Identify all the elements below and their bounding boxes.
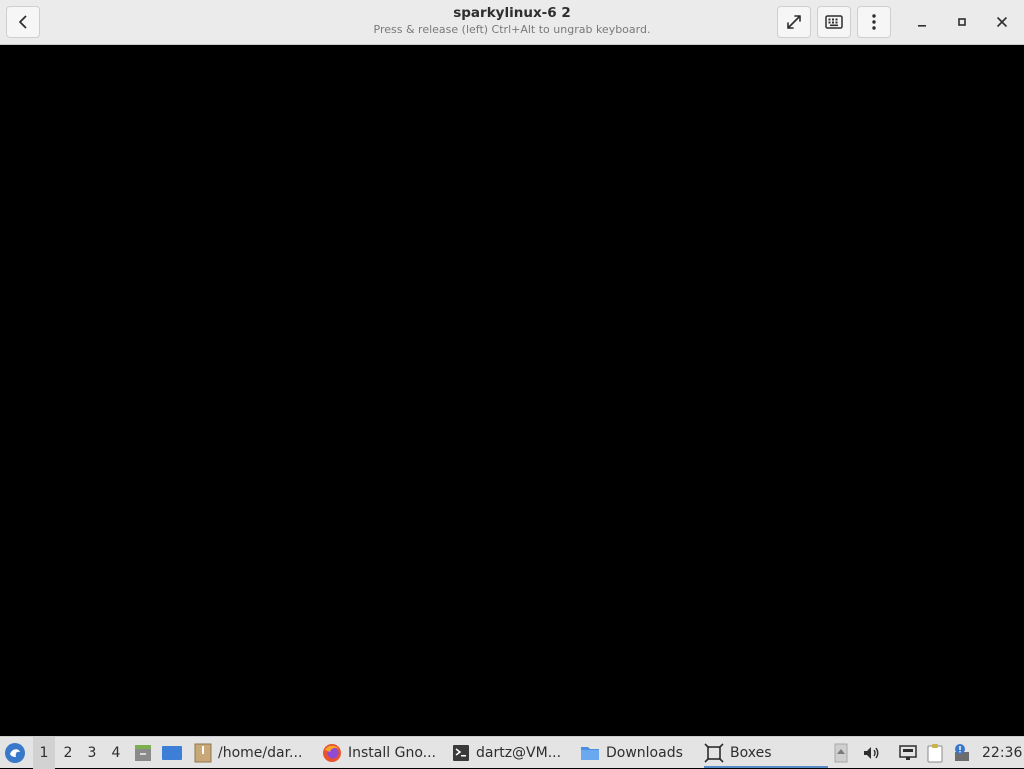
keyboard-button[interactable] <box>817 6 851 38</box>
minimize-button[interactable] <box>910 10 934 34</box>
speaker-icon <box>864 747 879 759</box>
task-boxes[interactable]: Boxes <box>704 737 828 769</box>
window-headerbar: sparkylinux-6 2 Press & release (left) C… <box>0 0 1024 45</box>
chevron-left-icon <box>19 15 27 29</box>
firefox-icon <box>323 744 341 762</box>
workspace-4[interactable]: 4 <box>105 737 127 769</box>
task-label: dartz@VM... <box>476 745 562 761</box>
task-terminal[interactable]: dartz@VM... <box>452 737 572 769</box>
volume-button[interactable] <box>862 737 882 769</box>
file-drawer-icon <box>135 745 151 761</box>
back-button[interactable] <box>6 6 40 38</box>
network-wired-icon <box>899 745 917 760</box>
file-manager-launcher[interactable] <box>133 737 155 769</box>
updates-button[interactable] <box>952 737 974 769</box>
network-button[interactable] <box>898 737 920 769</box>
tray-expand-button[interactable] <box>834 737 852 769</box>
task-label: Boxes <box>730 745 772 761</box>
task-downloads[interactable]: Downloads <box>580 737 690 769</box>
workspace-2[interactable]: 2 <box>57 737 79 769</box>
workspace-1[interactable]: 1 <box>33 737 55 769</box>
menu-button[interactable] <box>857 6 891 38</box>
task-label: Install Gno... <box>348 745 436 761</box>
task-label: Downloads <box>606 745 683 761</box>
folder-icon <box>581 747 599 760</box>
task-label: /home/dar... <box>218 745 303 761</box>
window-title: sparkylinux-6 2 <box>453 5 571 21</box>
boxes-icon <box>704 743 724 763</box>
workspace-3[interactable]: 3 <box>81 737 103 769</box>
task-firefox[interactable]: Install Gno... <box>322 737 444 769</box>
fullscreen-icon <box>787 15 801 29</box>
window-subtitle: Press & release (left) Ctrl+Alt to ungra… <box>373 23 651 36</box>
update-notifier-icon <box>955 744 969 761</box>
show-desktop-button[interactable] <box>161 737 185 769</box>
clipboard-button[interactable] <box>926 737 946 769</box>
taskbar: 1 2 3 4 /home/dar... Install Gno... dart… <box>0 736 1024 769</box>
keyboard-icon <box>825 15 843 29</box>
clock[interactable]: 22:36 <box>982 737 1022 769</box>
fullscreen-button[interactable] <box>777 6 811 38</box>
maximize-button[interactable] <box>950 10 974 34</box>
desktop-icon <box>162 746 182 760</box>
close-icon <box>997 17 1007 27</box>
close-button[interactable] <box>990 10 1014 34</box>
archive-icon <box>194 743 212 763</box>
up-arrow-icon <box>834 743 848 763</box>
sparky-logo-icon <box>5 743 25 763</box>
minimize-icon <box>918 25 926 27</box>
task-home-folder[interactable]: /home/dar... <box>194 737 314 769</box>
vm-display[interactable] <box>0 46 1024 736</box>
start-menu-button[interactable] <box>4 737 28 769</box>
clipboard-icon <box>927 744 943 763</box>
maximize-icon <box>958 18 966 26</box>
vertical-dots-icon <box>872 14 876 30</box>
terminal-icon <box>453 745 469 761</box>
